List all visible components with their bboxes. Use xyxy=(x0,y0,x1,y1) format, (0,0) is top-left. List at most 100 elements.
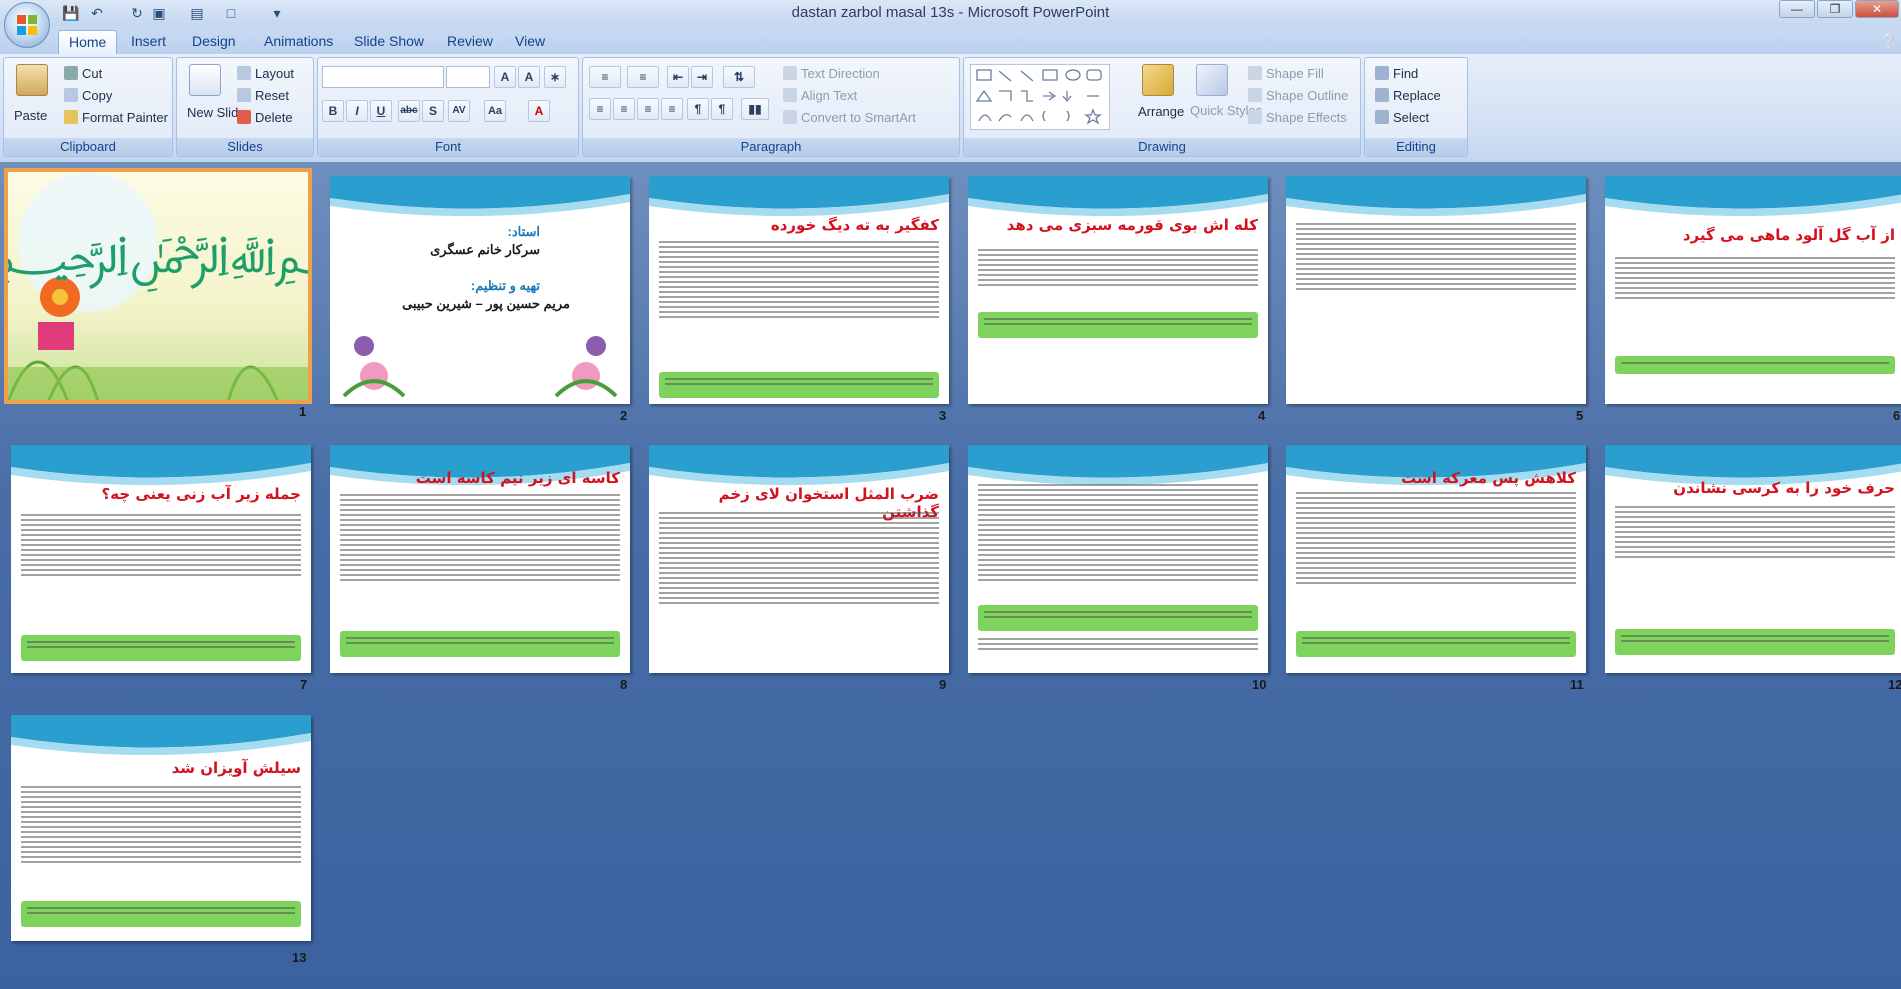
shape-effects-icon xyxy=(1248,110,1262,124)
shadow-button[interactable]: S xyxy=(422,100,444,122)
replace-button[interactable]: Replace xyxy=(1375,88,1441,103)
slide-thumbnail-10[interactable] xyxy=(968,445,1268,673)
shape-fill-label: Shape Fill xyxy=(1266,66,1324,81)
tab-insert[interactable]: Insert xyxy=(121,30,176,54)
scissors-icon xyxy=(64,66,78,80)
bold-button[interactable]: B xyxy=(322,100,344,122)
slide-title-3: کفگیر به ته دیگ خورده xyxy=(770,216,939,234)
slide-thumbnail-2[interactable]: استاد: سرکار خانم عسگری تهیه و تنظیم: مر… xyxy=(330,176,630,404)
text-direction-button[interactable]: Text Direction xyxy=(783,66,880,81)
delete-icon xyxy=(237,110,251,124)
slide-number-10: 10 xyxy=(1252,677,1267,692)
minimize-button[interactable]: — xyxy=(1779,0,1815,18)
shape-outline-button[interactable]: Shape Outline xyxy=(1248,88,1348,103)
slide-number-7: 7 xyxy=(300,677,308,692)
slide-number-1: 1 xyxy=(299,404,307,419)
font-family-select[interactable] xyxy=(322,66,444,88)
slide-thumbnail-11[interactable]: کلاهش پس معرکه است xyxy=(1286,445,1586,673)
quick-styles-icon[interactable] xyxy=(1196,64,1228,96)
layout-button[interactable]: Layout xyxy=(237,66,294,81)
shape-effects-button[interactable]: Shape Effects xyxy=(1248,110,1347,125)
columns-button[interactable]: ▮▮ xyxy=(741,98,769,120)
smartart-icon xyxy=(783,110,797,124)
numbering-button[interactable]: ≡ xyxy=(627,66,659,88)
tab-view[interactable]: View xyxy=(505,30,555,54)
office-button[interactable] xyxy=(4,2,50,48)
align-left-button[interactable]: ≡ xyxy=(589,98,611,120)
slide-number-5: 5 xyxy=(1576,408,1584,423)
align-right-button[interactable]: ≡ xyxy=(637,98,659,120)
close-button[interactable]: ✕ xyxy=(1855,0,1899,18)
slide-thumbnail-13[interactable]: سیلش آویزان شد xyxy=(11,715,311,941)
clipboard-label: Clipboard xyxy=(4,138,172,156)
find-button[interactable]: Find xyxy=(1375,66,1418,81)
tab-animations[interactable]: Animations xyxy=(254,30,343,54)
char-spacing-button[interactable]: AV xyxy=(448,100,470,122)
cut-button[interactable]: Cut xyxy=(64,66,102,81)
editing-label: Editing xyxy=(1365,138,1467,156)
new-slide-button[interactable]: New Slide xyxy=(187,106,246,120)
font-size-select[interactable] xyxy=(446,66,490,88)
restore-button[interactable]: ❐ xyxy=(1817,0,1853,18)
align-text-button[interactable]: Align Text xyxy=(783,88,857,103)
tab-design[interactable]: Design xyxy=(182,30,246,54)
convert-smartart-button[interactable]: Convert to SmartArt xyxy=(783,110,916,125)
copy-label: Copy xyxy=(82,88,113,103)
clipboard-group: Paste Cut Copy Format Painter Clipboard xyxy=(3,57,173,157)
justify-button[interactable]: ≡ xyxy=(661,98,683,120)
font-group: A A ∗ B I U abc S AV Aa A Font xyxy=(317,57,579,157)
quick-styles-button[interactable]: Quick Styles xyxy=(1190,104,1262,118)
tab-review[interactable]: Review xyxy=(437,30,503,54)
editing-group: Find Replace Select Editing xyxy=(1364,57,1468,157)
slide-thumbnail-6[interactable]: از آب گل آلود ماهی می گیرد xyxy=(1605,176,1901,404)
shrink-font-button[interactable]: A xyxy=(518,66,540,88)
center-button[interactable]: ≡ xyxy=(613,98,635,120)
copy-button[interactable]: Copy xyxy=(64,88,112,103)
paste-icon[interactable] xyxy=(16,64,48,96)
strikethrough-button[interactable]: abc xyxy=(398,100,420,122)
replace-icon xyxy=(1375,88,1389,102)
change-case-button[interactable]: Aa xyxy=(484,100,506,122)
delete-button[interactable]: Delete xyxy=(237,110,293,125)
slide-title-6: از آب گل آلود ماهی می گیرد xyxy=(1682,226,1895,244)
ltr-button[interactable]: ¶ xyxy=(687,98,709,120)
new-slide-icon[interactable] xyxy=(189,64,221,96)
decrease-indent-button[interactable]: ⇤ xyxy=(667,66,689,88)
shape-fill-icon xyxy=(1248,66,1262,80)
bullets-button[interactable]: ≡ xyxy=(589,66,621,88)
svg-text:﷽: ﷽ xyxy=(8,225,308,292)
shapes-gallery[interactable] xyxy=(970,64,1110,130)
slide-body-8 xyxy=(340,491,620,584)
underline-button[interactable]: U xyxy=(370,100,392,122)
tab-home[interactable]: Home xyxy=(58,30,118,54)
slide-thumbnail-7[interactable]: جمله زیر آب زنی یعنی چه؟ xyxy=(11,445,311,673)
reset-button[interactable]: Reset xyxy=(237,88,289,103)
line-spacing-button[interactable]: ⇅ xyxy=(723,66,755,88)
increase-indent-button[interactable]: ⇥ xyxy=(691,66,713,88)
font-color-button[interactable]: A xyxy=(528,100,550,122)
clear-format-button[interactable]: ∗ xyxy=(544,66,566,88)
rtl-button[interactable]: ¶ xyxy=(711,98,733,120)
slide-title-13: سیلش آویزان شد xyxy=(171,759,301,777)
grow-font-button[interactable]: A xyxy=(494,66,516,88)
slide-body-3 xyxy=(659,238,939,321)
slide-thumbnail-12[interactable]: حرف خود را به کرسی نشاندن xyxy=(1605,445,1901,673)
tab-slide-show[interactable]: Slide Show xyxy=(344,30,434,54)
slide-thumbnail-8[interactable]: کاسه ای زیر نیم کاسه است xyxy=(330,445,630,673)
slide-thumbnail-1[interactable]: ﷽ xyxy=(4,168,312,404)
arrange-icon[interactable] xyxy=(1142,64,1174,96)
select-button[interactable]: Select xyxy=(1375,110,1429,125)
paste-button[interactable]: Paste xyxy=(14,108,47,123)
slide-thumbnail-9[interactable]: ضرب المثل استخوان لای زخم گذاشتن xyxy=(649,445,949,673)
shape-outline-icon xyxy=(1248,88,1262,102)
format-painter-button[interactable]: Format Painter xyxy=(64,110,168,125)
slide-body-11 xyxy=(1296,489,1576,587)
slide-thumbnail-4[interactable]: کله اش بوی قورمه سبزی می دهد xyxy=(968,176,1268,404)
shape-fill-button[interactable]: Shape Fill xyxy=(1248,66,1324,81)
help-icon[interactable]: ❔ xyxy=(1880,32,1898,50)
italic-button[interactable]: I xyxy=(346,100,368,122)
slide-thumbnail-5[interactable] xyxy=(1286,176,1586,404)
slide-body-6 xyxy=(1615,254,1895,302)
slide-thumbnail-3[interactable]: کفگیر به ته دیگ خورده xyxy=(649,176,949,404)
arrange-button[interactable]: Arrange xyxy=(1138,104,1184,119)
